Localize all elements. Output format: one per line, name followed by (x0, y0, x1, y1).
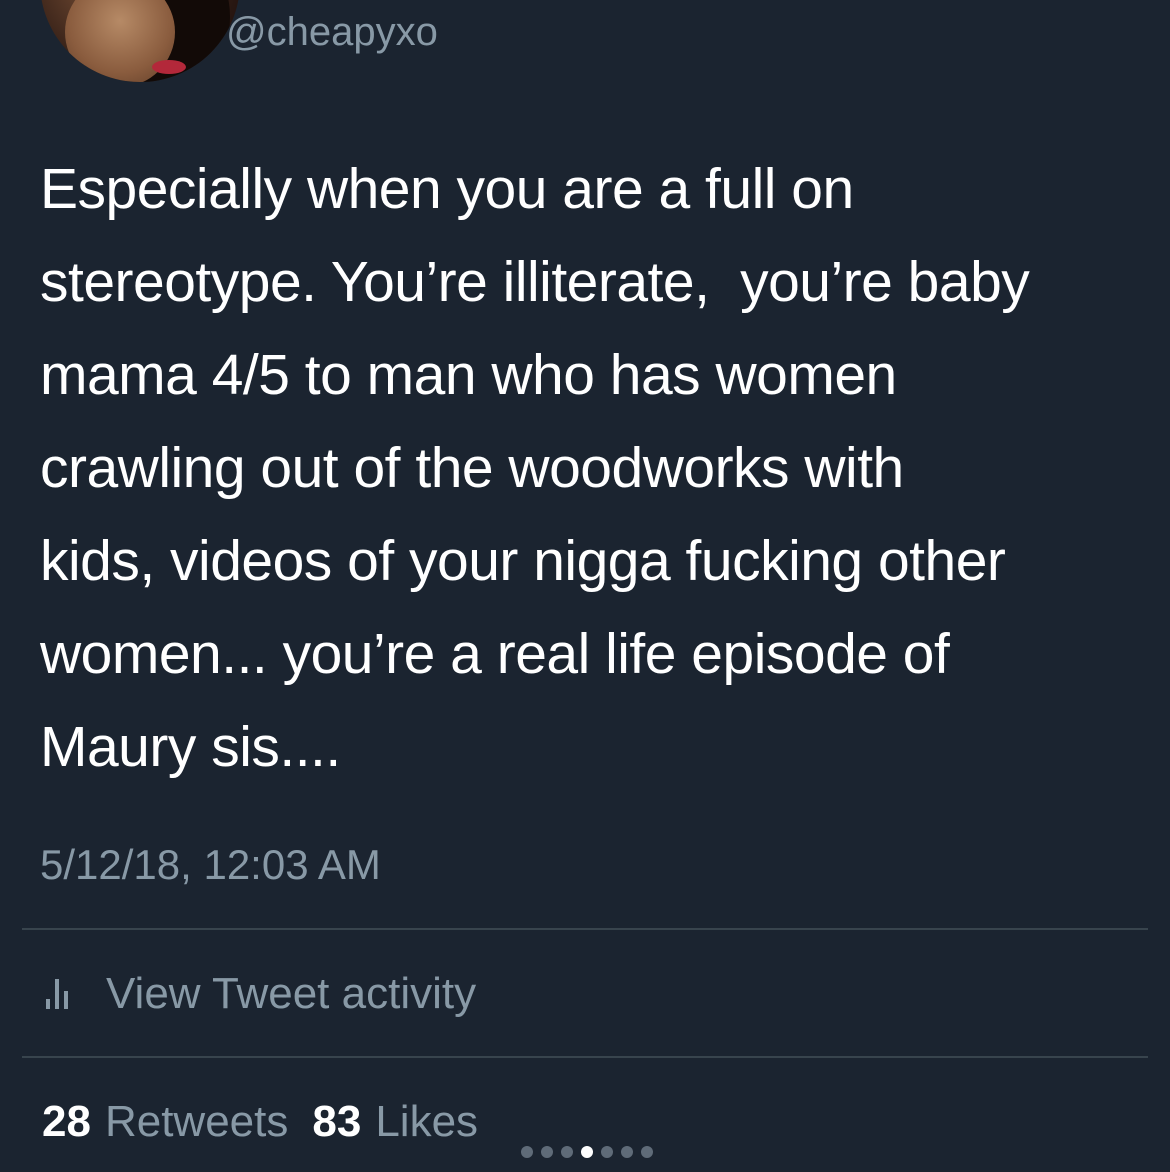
divider (22, 1056, 1148, 1058)
carousel-dot[interactable] (561, 1146, 573, 1158)
carousel-dot[interactable] (541, 1146, 553, 1158)
username-handle[interactable]: @cheapyxo (226, 8, 438, 56)
tweet-stats: 28 Retweets 83 Likes (42, 1096, 502, 1148)
carousel-dot-active[interactable] (581, 1146, 593, 1158)
divider (22, 928, 1148, 930)
carousel-dot[interactable] (621, 1146, 633, 1158)
carousel-page-indicator[interactable] (521, 1146, 653, 1158)
likes-count[interactable]: 83 (312, 1096, 361, 1148)
retweets-label[interactable]: Retweets (105, 1096, 288, 1148)
tweet-text: Especially when you are a full on stereo… (40, 157, 1030, 779)
tweet-timestamp: 5/12/18, 12:03 AM (40, 841, 381, 888)
avatar[interactable] (40, 0, 240, 82)
avatar-lips (152, 60, 186, 74)
view-tweet-activity-button[interactable]: View Tweet activity (46, 968, 476, 1020)
carousel-dot[interactable] (641, 1146, 653, 1158)
retweets-count[interactable]: 28 (42, 1096, 91, 1148)
carousel-dot[interactable] (521, 1146, 533, 1158)
bar-chart-icon (46, 979, 76, 1009)
likes-label[interactable]: Likes (375, 1096, 478, 1148)
carousel-dot[interactable] (601, 1146, 613, 1158)
view-tweet-activity-label: View Tweet activity (106, 969, 477, 1018)
